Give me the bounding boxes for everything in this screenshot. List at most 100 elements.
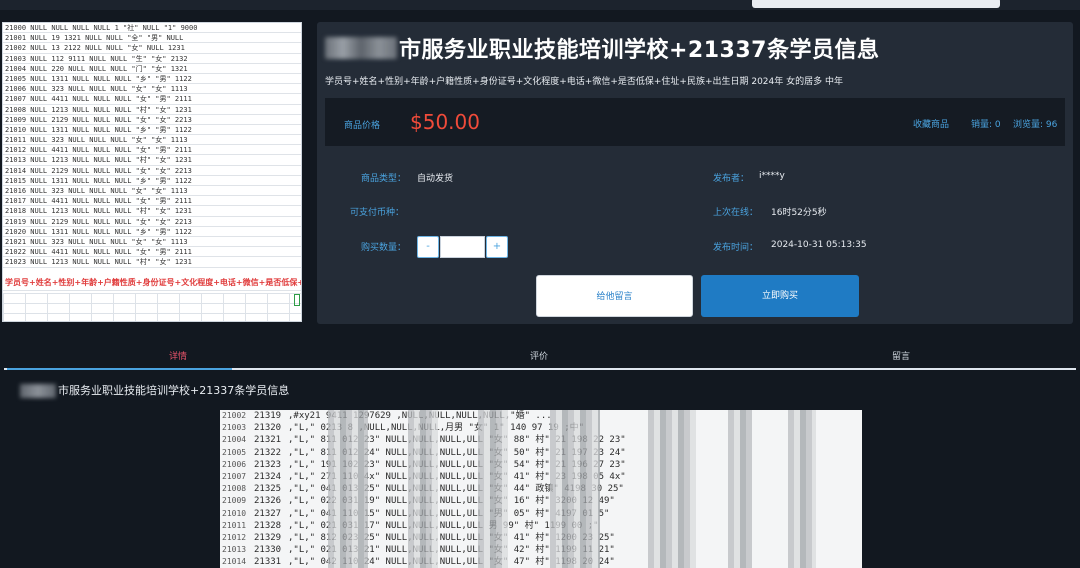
data-cell-c1: 21322 bbox=[254, 447, 282, 458]
sales-count: 销量: 0 bbox=[971, 120, 1001, 130]
data-cell-c1: 21331 bbox=[254, 557, 282, 568]
data-cell-c1: 21324 bbox=[254, 471, 282, 482]
thumbnail-row: 21022 NULL 4411 NULL NULL NULL "女" "男" 2… bbox=[3, 247, 301, 258]
redacted-region bbox=[478, 410, 508, 568]
thumbnail-empty-grid bbox=[3, 293, 301, 321]
data-cell-rn: 21008 bbox=[222, 484, 247, 494]
thumbnail-row: 21010 NULL 1311 NULL NULL NULL "乡" "男" 1… bbox=[3, 125, 301, 136]
data-row: 2100221319,#xy21 9411 1297629 ,NULL,NULL… bbox=[220, 410, 862, 422]
thumbnail-row: 21023 NULL 1213 NULL NULL NULL "村" "女" 1… bbox=[3, 257, 301, 268]
data-row: 21011 21328 ,"L," 021 031 17" NULL,NULL,NU… bbox=[220, 520, 862, 532]
product-thumbnail[interactable]: 21000 NULL NULL NULL NULL 1 "社" NULL "1"… bbox=[2, 22, 302, 322]
data-cell-c1: 21320 bbox=[254, 423, 282, 434]
thumbnail-row: 21008 NULL 1213 NULL NULL NULL "村" "女" 1… bbox=[3, 105, 301, 115]
top-nav-bar bbox=[0, 0, 1080, 10]
thumbnail-row: 21003 NULL 112 9111 NULL NULL "生" "女" 21… bbox=[3, 54, 301, 64]
detail-tabs: 详情 评价 留言 bbox=[4, 340, 1076, 370]
product-info-panel: 市服务业职业技能培训学校+21337条学员信息 学员号+姓名+性别+年龄+户籍性… bbox=[317, 22, 1073, 324]
thumbnail-row: 21009 NULL 2129 NULL NULL NULL "女" "女" 2… bbox=[3, 115, 301, 125]
thumbnail-row: 21000 NULL NULL NULL NULL 1 "社" NULL "1"… bbox=[3, 23, 301, 34]
last-online-label: 上次在线： bbox=[713, 208, 759, 218]
data-row: 21012 21329 ,"L," 812 023 25" NULL,NULL,NU… bbox=[220, 532, 862, 544]
data-cell-rn: 21007 bbox=[222, 471, 247, 481]
thumbnail-row: 21002 NULL 13 2122 NULL NULL "女" NULL 12… bbox=[3, 43, 301, 54]
thumbnail-row: 21017 NULL 4411 NULL NULL NULL "女" "男" 2… bbox=[3, 196, 301, 207]
detail-title-wrap: 市服务业职业技能培训学校+21337条学员信息 bbox=[20, 382, 289, 398]
data-cell-c1: 21328 bbox=[254, 520, 282, 531]
thumbnail-row: 21015 NULL 1311 NULL NULL NULL "乡" "男" 1… bbox=[3, 176, 301, 186]
data-cell-rn: 21005 bbox=[222, 447, 247, 457]
price-bar: 商品价格 $50.00 收藏商品 销量: 0 浏览量: 96 bbox=[325, 98, 1065, 146]
quantity-decrease-button[interactable]: - bbox=[417, 236, 439, 258]
thumbnail-row: 21019 NULL 2129 NULL NULL NULL "女" "女" 2… bbox=[3, 217, 301, 227]
quantity-label: 购买数量： bbox=[361, 243, 407, 253]
data-row: 21013 21330 ,"L," 021 013 21" NULL,NULL,NU… bbox=[220, 544, 862, 556]
data-row: 21014 21331 ,"L," 042 110 24" NULL,NULL,NU… bbox=[220, 556, 862, 568]
quantity-increase-button[interactable]: + bbox=[486, 236, 508, 258]
data-cell-rn: 21014 bbox=[222, 557, 247, 567]
thumbnail-header-row: 学员号+姓名+性别+年龄+户籍性质+身份证号+文化程度+电话+微信+是否低保+住… bbox=[3, 275, 301, 291]
type-label: 商品类型： bbox=[361, 174, 407, 184]
data-cell-rn: 21011 bbox=[222, 520, 247, 530]
data-row: 21007 21324 ,"L," 271 110 4x" NULL,NULL,NU… bbox=[220, 471, 862, 483]
redacted-region bbox=[648, 410, 696, 568]
price-value: $50.00 bbox=[410, 110, 480, 134]
tab-reviews[interactable]: 评价 bbox=[530, 349, 548, 362]
tab-details[interactable]: 详情 bbox=[169, 349, 187, 362]
data-cell-c1: 21323 bbox=[254, 459, 282, 470]
redacted-region bbox=[408, 410, 438, 568]
thumbnail-row: 21013 NULL 1213 NULL NULL NULL "村" "女" 1… bbox=[3, 155, 301, 166]
view-count: 浏览量: 96 bbox=[1013, 120, 1058, 130]
message-seller-button[interactable]: 给他留言 bbox=[536, 275, 693, 317]
redacted-region bbox=[325, 37, 397, 59]
search-input[interactable] bbox=[752, 0, 1000, 8]
thumbnail-row: 21005 NULL 1311 NULL NULL NULL "乡" "男" 1… bbox=[3, 74, 301, 85]
data-cell-c1: 21330 bbox=[254, 545, 282, 556]
buy-now-button[interactable]: 立即购买 bbox=[701, 275, 859, 317]
quantity-stepper: - + bbox=[417, 236, 508, 258]
publisher-label: 发布者： bbox=[713, 174, 750, 184]
data-row: 21006 21323 ,"L," 191 102 23" NULL,NULL,NU… bbox=[220, 459, 862, 471]
thumbnail-row: 21011 NULL 323 NULL NULL NULL "女" "女" 11… bbox=[3, 135, 301, 146]
quantity-input[interactable] bbox=[440, 236, 485, 258]
data-cell-rn: 21010 bbox=[222, 508, 247, 518]
thumbnail-selected-cell bbox=[294, 294, 300, 306]
data-row: 21005 21322 ,"L," 811 012 24" NULL,NULL,NU… bbox=[220, 447, 862, 459]
data-cell-c1: 21319 bbox=[254, 411, 282, 421]
data-cell-c1: 21329 bbox=[254, 532, 282, 543]
thumbnail-row: 21004 NULL 220 NULL NULL NULL "门" "女" 13… bbox=[3, 64, 301, 74]
thumbnail-rows: 21000 NULL NULL NULL NULL 1 "社" NULL "1"… bbox=[3, 23, 301, 268]
product-title-wrap: 市服务业职业技能培训学校+21337条学员信息 bbox=[325, 32, 1065, 64]
price-label: 商品价格 bbox=[344, 121, 381, 131]
redacted-region bbox=[20, 384, 56, 398]
data-cell-c1: 21326 bbox=[254, 496, 282, 507]
thumbnail-row: 21021 NULL 323 NULL NULL NULL "女" "女" 11… bbox=[3, 237, 301, 248]
data-cell-rn: 21009 bbox=[222, 496, 247, 506]
product-subtitle: 学员号+姓名+性别+年龄+户籍性质+身份证号+文化程度+电话+微信+是否低保+住… bbox=[325, 77, 843, 87]
last-online-value: 16时52分5秒 bbox=[771, 208, 827, 218]
data-cell-rn: 21006 bbox=[222, 459, 247, 469]
data-cell-rn: 21004 bbox=[222, 435, 247, 445]
type-value: 自动发货 bbox=[417, 174, 454, 184]
data-row: 21010 21327 ,"L," 041 110 15" NULL,NULL,NU… bbox=[220, 508, 862, 520]
thumbnail-row: 21016 NULL 323 NULL NULL NULL "女" "女" 11… bbox=[3, 186, 301, 197]
thumbnail-row: 21018 NULL 1213 NULL NULL NULL "村" "女" 1… bbox=[3, 206, 301, 217]
tab-messages[interactable]: 留言 bbox=[892, 349, 910, 362]
data-cell-rn: 21002 bbox=[222, 411, 247, 420]
detail-title: 市服务业职业技能培训学校+21337条学员信息 bbox=[58, 384, 290, 397]
data-cell-c1: 21325 bbox=[254, 484, 282, 495]
product-title: 市服务业职业技能培训学校+21337条学员信息 bbox=[399, 38, 880, 63]
publish-time-value: 2024-10-31 05:13:35 bbox=[771, 240, 867, 250]
thumbnail-row: 21001 NULL 19 1321 NULL NULL "全" "男" NUL… bbox=[3, 33, 301, 44]
publish-time-label: 发布时间： bbox=[713, 243, 759, 253]
data-cell-c1: 21321 bbox=[254, 435, 282, 446]
redacted-region bbox=[788, 410, 816, 568]
data-cell-rn: 21003 bbox=[222, 423, 247, 433]
data-row: 2100321320,"L," 0213 8 ,NULL,NULL,NULL,月… bbox=[220, 422, 862, 434]
redacted-region bbox=[728, 410, 752, 568]
data-row: 21009 21326 ,"L," 022 031 19" NULL,NULL,NU… bbox=[220, 495, 862, 507]
data-cell-rn: 21013 bbox=[222, 545, 247, 555]
publisher-value[interactable]: i****y bbox=[759, 171, 785, 181]
favorite-button[interactable]: 收藏商品 bbox=[913, 117, 949, 130]
data-cell-rn: 21012 bbox=[222, 532, 247, 542]
